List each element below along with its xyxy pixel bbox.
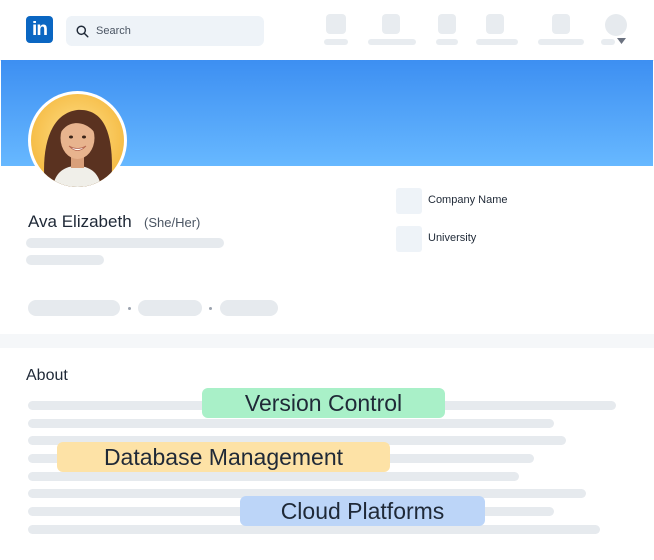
- about-text-line: [28, 472, 519, 481]
- university-name[interactable]: University: [428, 232, 476, 244]
- about-text-line: [28, 419, 554, 428]
- nav-home-label: [324, 39, 348, 45]
- section-divider: [0, 334, 654, 348]
- avatar: [31, 94, 124, 187]
- headline-placeholder: [26, 238, 224, 248]
- linkedin-logo[interactable]: in: [26, 16, 53, 43]
- action-button-placeholder[interactable]: [28, 300, 120, 316]
- action-button-placeholder[interactable]: [138, 300, 202, 316]
- action-button-placeholder[interactable]: [220, 300, 278, 316]
- nav-messaging-icon[interactable]: [486, 14, 504, 34]
- nav-me-avatar[interactable]: [605, 14, 627, 36]
- nav-home-icon[interactable]: [326, 14, 346, 34]
- about-text-line: [28, 525, 600, 534]
- separator-dot: [128, 307, 131, 310]
- nav-notifications-label: [538, 39, 584, 45]
- skill-tag-database-management: Database Management: [57, 442, 390, 472]
- company-name[interactable]: Company Name: [428, 194, 507, 206]
- nav-jobs-label: [436, 39, 458, 45]
- profile-name: Ava Elizabeth: [28, 212, 132, 231]
- profile-pronouns: (She/Her): [144, 215, 201, 230]
- nav-notifications-icon[interactable]: [552, 14, 570, 34]
- nav-messaging-label: [476, 39, 518, 45]
- separator-dot: [209, 307, 212, 310]
- search-placeholder: Search: [96, 25, 131, 37]
- nav-me-label: [601, 39, 615, 45]
- skill-tag-cloud-platforms: Cloud Platforms: [240, 496, 485, 526]
- search-bar[interactable]: Search: [66, 16, 264, 46]
- skill-tag-version-control: Version Control: [202, 388, 445, 418]
- about-heading: About: [26, 367, 68, 384]
- search-icon: [76, 24, 89, 38]
- nav-jobs-icon[interactable]: [438, 14, 456, 34]
- chevron-down-icon[interactable]: [617, 38, 626, 44]
- nav-network-label: [368, 39, 416, 45]
- profile-photo[interactable]: [28, 91, 127, 190]
- nav-network-icon[interactable]: [382, 14, 400, 34]
- location-placeholder: [26, 255, 104, 265]
- company-logo-icon: [396, 188, 422, 214]
- university-logo-icon: [396, 226, 422, 252]
